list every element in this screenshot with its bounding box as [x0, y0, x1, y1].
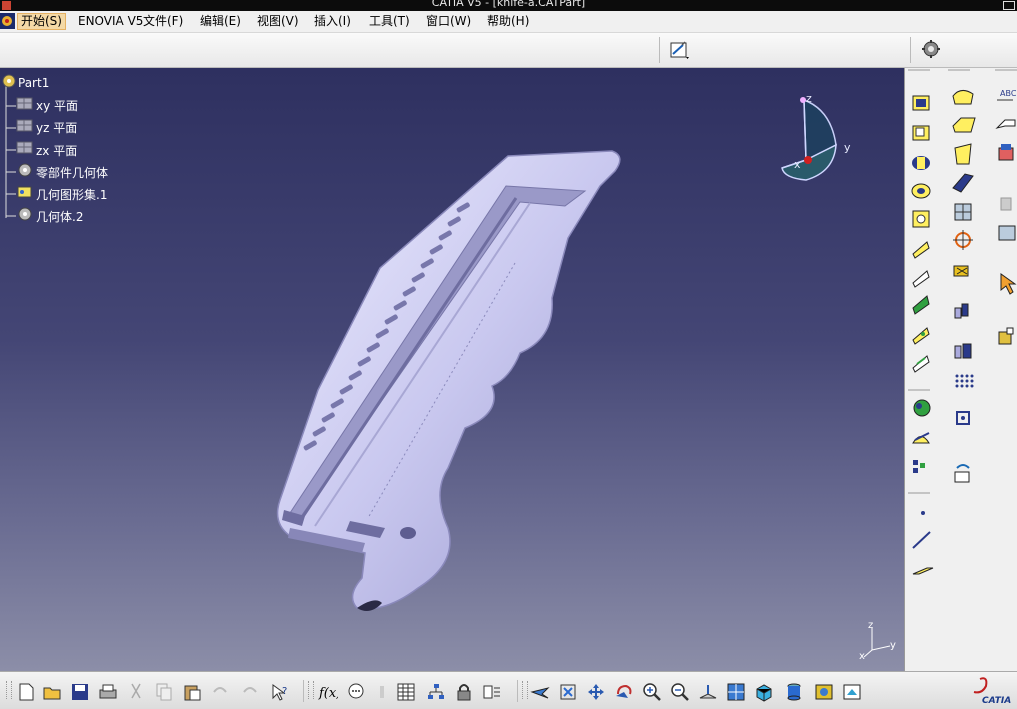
pad-icon[interactable] — [912, 95, 930, 111]
normal-view-icon[interactable] — [698, 682, 718, 702]
menu-help[interactable]: 帮助(H) — [484, 14, 532, 29]
draft-icon[interactable] — [954, 143, 972, 165]
translation-icon[interactable] — [953, 230, 973, 250]
catia-compass-icon[interactable] — [0, 13, 15, 29]
rib-icon[interactable] — [912, 241, 930, 259]
shell-icon[interactable] — [952, 173, 974, 193]
undo-icon[interactable] — [210, 682, 230, 702]
edge-fillet-icon[interactable] — [952, 90, 974, 105]
shading-icon[interactable] — [784, 682, 804, 702]
flag-note-icon[interactable] — [995, 119, 1016, 129]
open-file-icon[interactable] — [42, 682, 62, 702]
catia-logo-text: CATIA — [982, 696, 1011, 706]
3d-compass[interactable]: z y x — [776, 90, 866, 190]
stiffener-icon[interactable] — [912, 295, 930, 315]
slot-icon[interactable] — [912, 270, 930, 288]
bottom-toolbar: ? f(x) CATIA — [0, 671, 1017, 709]
fly-mode-icon[interactable] — [530, 682, 550, 702]
fit-all-icon[interactable] — [558, 682, 578, 702]
split-icon[interactable] — [912, 432, 930, 444]
rect-pattern-icon[interactable] — [954, 303, 969, 319]
point-icon[interactable] — [921, 511, 925, 515]
menu-view[interactable]: 视图(V) — [254, 14, 302, 29]
catalog-icon[interactable] — [998, 144, 1014, 161]
hide-show-icon[interactable] — [814, 682, 834, 702]
compass-x-label: x — [794, 158, 801, 171]
groove-icon[interactable] — [911, 183, 931, 199]
compass-z-label: z — [806, 92, 812, 105]
window-title: CATIA V5 - [knife-a.CATPart] — [431, 0, 586, 9]
multi-view-icon[interactable] — [726, 682, 746, 702]
new-file-icon[interactable] — [16, 682, 36, 702]
catia-logo: CATIA — [973, 677, 1011, 706]
triad-x-label: x — [859, 651, 865, 660]
menu-file[interactable]: 文件(F) — [140, 14, 186, 29]
window-titlebar: CATIA V5 - [knife-a.CATPart] — [0, 0, 1017, 11]
menu-insert[interactable]: 插入(I) — [311, 14, 354, 29]
knowledge-icon[interactable] — [346, 682, 366, 702]
print-icon[interactable] — [98, 682, 118, 702]
paste-icon[interactable] — [182, 682, 202, 702]
scaling-icon[interactable] — [954, 343, 972, 359]
hole-icon[interactable] — [912, 210, 930, 228]
thickness-solid-icon[interactable] — [954, 203, 972, 221]
menu-tools[interactable]: 工具(T) — [366, 14, 413, 29]
thread-icon[interactable] — [913, 399, 931, 417]
catalog-browser-icon[interactable] — [396, 682, 416, 702]
line-icon[interactable] — [912, 531, 931, 549]
pocket-icon[interactable] — [912, 125, 930, 141]
menu-start[interactable]: 开始(S) — [17, 13, 66, 30]
triad-z-label: z — [868, 620, 873, 631]
text-annotation-icon[interactable]: ABC — [997, 89, 1017, 101]
tree-expand-icon[interactable] — [426, 682, 446, 702]
rotate-icon[interactable] — [614, 682, 634, 702]
svg-text:f(x): f(x) — [318, 686, 338, 701]
svg-text:ABC: ABC — [1000, 89, 1017, 98]
svg-text:?: ? — [282, 686, 287, 697]
shaft-icon[interactable] — [912, 156, 930, 170]
axis-triad: z y x — [859, 620, 896, 660]
hide-show-icon[interactable] — [954, 464, 970, 483]
mirror-icon[interactable] — [953, 265, 969, 277]
3d-viewport[interactable]: Part1 xy 平面 yz 平面 zx 平面 零部件几何体 几何图形集.1 几… — [0, 68, 904, 671]
redo-icon[interactable] — [240, 682, 260, 702]
plane-icon[interactable] — [912, 567, 934, 575]
iso-view-icon[interactable] — [754, 682, 774, 702]
swap-visible-icon[interactable] — [842, 682, 862, 702]
chamfer-icon[interactable] — [952, 117, 976, 133]
lock-icon[interactable] — [454, 682, 474, 702]
measure-icon[interactable] — [956, 411, 970, 425]
close-surface-icon[interactable] — [998, 225, 1016, 241]
menu-edit[interactable]: 编辑(E) — [197, 14, 244, 29]
triad-y-label: y — [890, 640, 896, 651]
pan-icon[interactable] — [586, 682, 606, 702]
whats-this-icon[interactable]: ? — [270, 682, 290, 702]
formula-icon[interactable]: f(x) — [318, 682, 338, 702]
knife-3d-model[interactable] — [0, 68, 904, 671]
right-toolbars: ABC — [904, 68, 1017, 671]
thickness-icon[interactable] — [913, 460, 925, 473]
menu-bar: 开始(S) ENOVIA V5 文件(F) 编辑(E) 视图(V) 插入(I) … — [0, 11, 1017, 33]
zoom-in-icon[interactable] — [642, 682, 662, 702]
right-toolbar-icons: ABC — [908, 69, 1017, 575]
select-arrow-icon[interactable] — [1000, 273, 1017, 295]
copy-icon[interactable] — [154, 682, 174, 702]
gear-icon[interactable] — [920, 38, 942, 60]
compass-y-label: y — [844, 141, 851, 154]
sketcher-icon[interactable] — [668, 39, 690, 61]
window-control-button[interactable] — [1003, 1, 1015, 10]
removed-multi-section-icon[interactable] — [912, 355, 930, 373]
save-icon[interactable] — [70, 682, 90, 702]
menu-enovia[interactable]: ENOVIA V5 — [75, 14, 146, 29]
split-view-icon[interactable] — [482, 682, 502, 702]
apply-material-icon[interactable] — [1000, 197, 1012, 211]
multi-section-solid-icon[interactable] — [912, 327, 930, 345]
menu-window[interactable]: 窗口(W) — [423, 14, 474, 29]
top-toolbar — [0, 33, 1017, 68]
zoom-out-icon[interactable] — [670, 682, 690, 702]
fx-disabled-icon[interactable] — [372, 682, 392, 702]
sew-surface-icon[interactable] — [998, 327, 1014, 345]
cut-icon[interactable] — [126, 682, 146, 702]
boolean-icon[interactable] — [955, 374, 974, 388]
